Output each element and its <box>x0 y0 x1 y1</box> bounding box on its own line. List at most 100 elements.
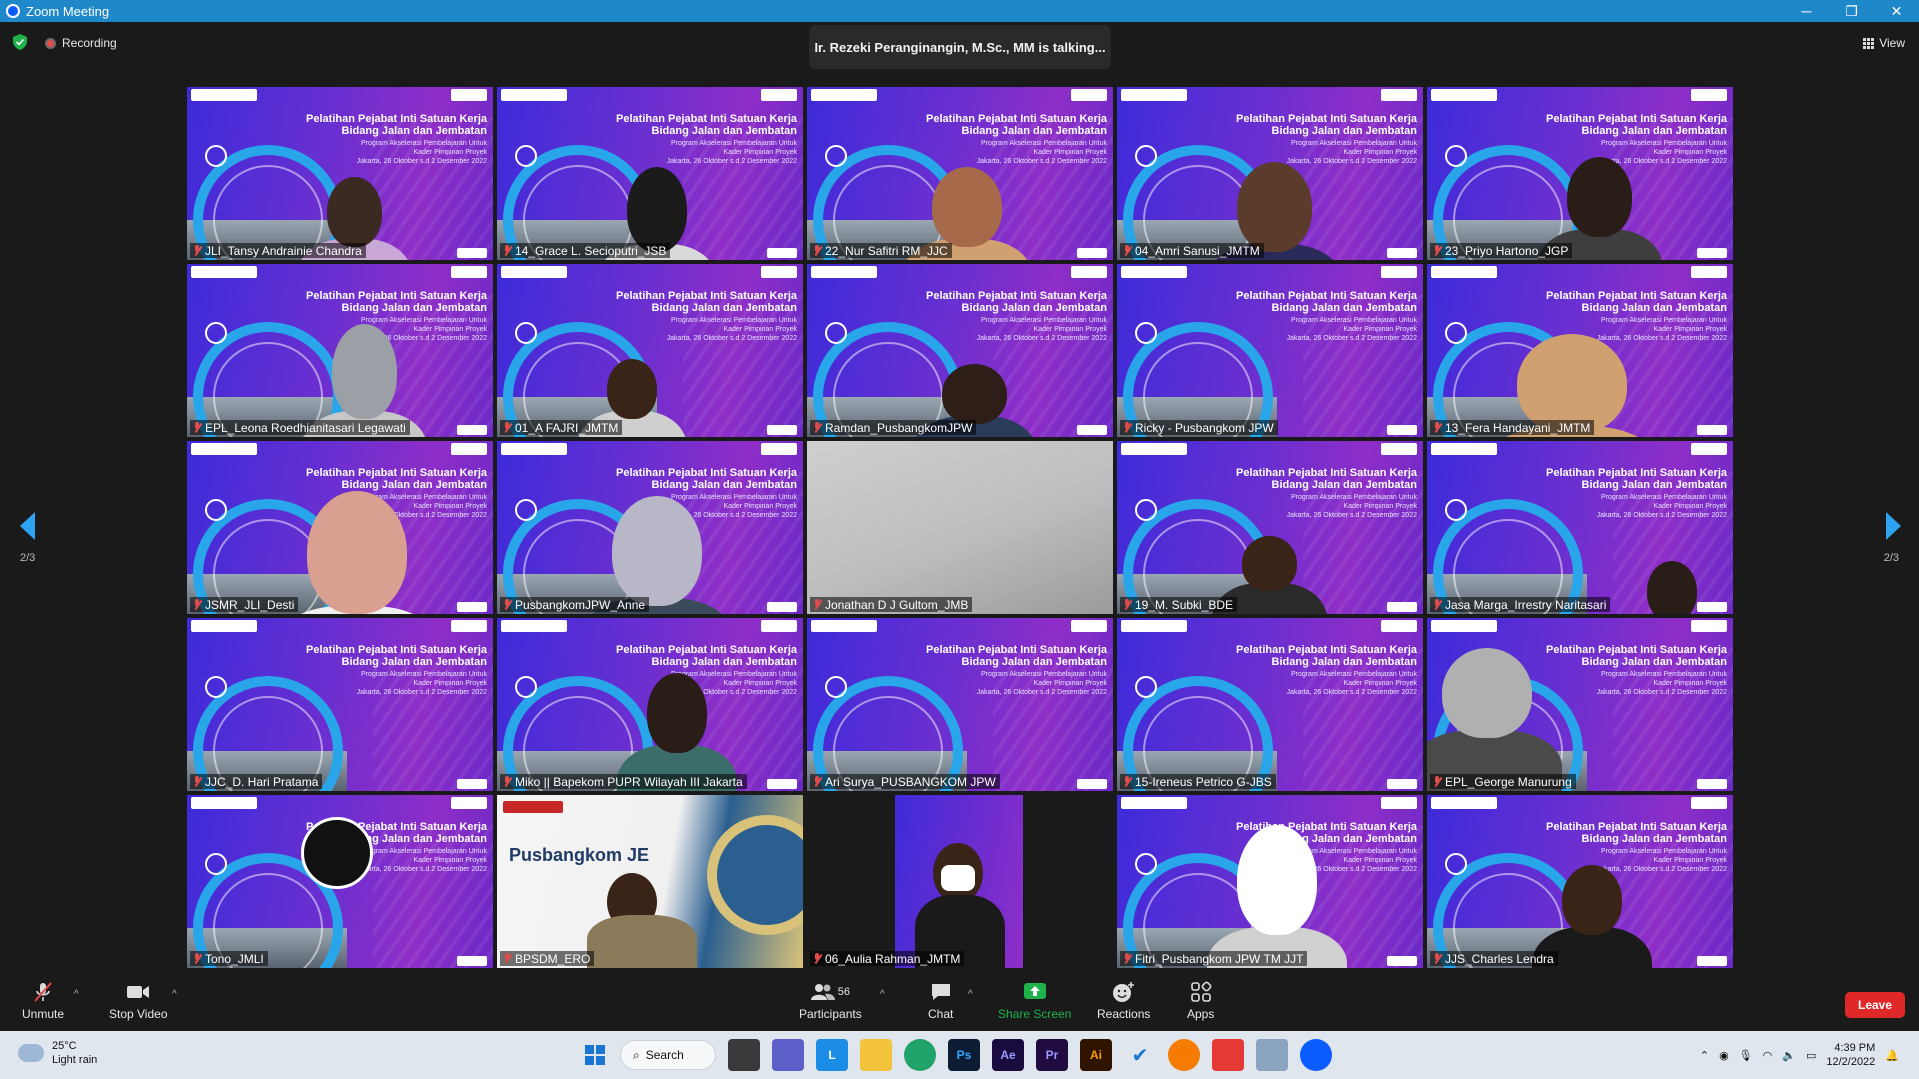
banner-subtitle-line: Program Akselerasi Pembelajaran Untuk <box>1290 671 1417 678</box>
previous-page-arrow-icon[interactable] <box>20 512 35 540</box>
maximize-button[interactable]: ❐ <box>1829 0 1874 22</box>
system-clock[interactable]: 4:39 PM 12/2/2022 <box>1826 1041 1875 1069</box>
participant-tile[interactable]: Pelatihan Pejabat Inti Satuan Kerja Bidan… <box>1117 264 1423 437</box>
figma-icon[interactable] <box>1212 1039 1244 1071</box>
participant-tile[interactable]: Pelatihan Pejabat Inti Satuan Kerja Bidan… <box>807 264 1113 437</box>
participant-tile[interactable]: Pelatihan Pejabat Inti Satuan Kerja Bidan… <box>497 618 803 791</box>
banner-subtitle-line: Jakarta, 26 Oktober s.d 2 Desember 2022 <box>356 335 487 342</box>
edge-browser-icon[interactable] <box>904 1039 936 1071</box>
weather-temperature: 25°C <box>52 1040 77 1052</box>
participant-name: 15-Ireneus Petrico G-JBS <box>1135 774 1272 789</box>
photoshop-icon[interactable]: Ps <box>948 1039 980 1071</box>
banner-subtitle-line: Program Akselerasi Pembelajaran Untuk <box>360 494 487 501</box>
participant-tile[interactable]: Pelatihan Pejabat Inti Satuan Kerja Bidan… <box>497 441 803 614</box>
participant-tile[interactable]: 06_Aulia Rahman_JMTM <box>807 795 1113 968</box>
participant-tile[interactable]: Pelatihan Pejabat Inti Satuan Kerja Bidan… <box>1427 87 1733 260</box>
participant-tile[interactable]: Pelatihan Pejabat Inti Satuan Kerja Bidan… <box>1117 618 1423 791</box>
participant-tile[interactable]: Pelatihan Pejabat Inti Satuan Kerja Bidan… <box>187 87 493 260</box>
weather-widget[interactable]: 25°C Light rain <box>18 1039 97 1067</box>
participant-tile[interactable]: Pusbangkom JE BPSDM_ERO <box>497 795 803 968</box>
participants-options-caret[interactable]: ^ <box>880 989 885 1000</box>
participant-tile[interactable]: Pelatihan Pejabat Inti Satuan Kerja Bidan… <box>1117 795 1423 968</box>
muted-mic-icon <box>503 953 512 964</box>
banner-title-line: Bidang Jalan dan Jembatan <box>1271 302 1417 314</box>
chat-button[interactable]: Chat <box>928 981 953 1021</box>
participant-tile[interactable]: Pelatihan Pejabat Inti Satuan Kerja Bidan… <box>187 441 493 614</box>
participants-icon <box>810 984 835 1000</box>
volume-icon[interactable]: 🔈 <box>1782 1049 1796 1062</box>
todo-check-icon[interactable]: ✔ <box>1124 1039 1156 1071</box>
leave-button[interactable]: Leave <box>1845 992 1905 1018</box>
participant-tile[interactable]: Pelatihan Pejabat Inti Satuan Kerja Bidan… <box>187 264 493 437</box>
participant-tile[interactable]: Pelatihan Pejabat Inti Satuan Kerja Bidan… <box>1427 441 1733 614</box>
participant-tile[interactable]: Pelatihan Pejabat Inti Satuan Kerja Bidan… <box>187 618 493 791</box>
participant-name: Fitri_Pusbangkom JPW TM JJT <box>1135 951 1304 966</box>
participant-tile[interactable]: Pelatihan Pejabat Inti Satuan Kerja Bidan… <box>1427 264 1733 437</box>
participant-tile[interactable]: Pelatihan Pejabat Inti Satuan Kerja Bidan… <box>497 264 803 437</box>
illustrator-icon[interactable]: Ai <box>1080 1039 1112 1071</box>
share-screen-button[interactable]: Share Screen <box>998 981 1071 1021</box>
video-options-caret[interactable]: ^ <box>172 989 177 1000</box>
participant-tile[interactable]: Pelatihan Pejabat Inti Satuan Kerja Bidan… <box>497 87 803 260</box>
tray-microphone-icon[interactable]: 🎙 <box>1739 1049 1753 1062</box>
notepad-icon[interactable] <box>1256 1039 1288 1071</box>
premiere-icon[interactable]: Pr <box>1036 1039 1068 1071</box>
banner-title-line: Bidang Jalan dan Jembatan <box>1581 125 1727 137</box>
banner-title: Pelatihan Pejabat Inti Satuan Kerja Bidan… <box>917 644 1107 668</box>
next-page-arrow-icon[interactable] <box>1886 512 1901 540</box>
participant-tile[interactable]: Pelatihan Pejabat Inti Satuan Kerja Bidan… <box>807 87 1113 260</box>
participant-name: BPSDM_ERO <box>515 951 591 966</box>
taskbar-search[interactable]: ⌕ Search <box>620 1040 716 1070</box>
muted-mic-icon <box>1123 776 1132 787</box>
stop-video-button[interactable]: Stop Video <box>109 981 168 1021</box>
tray-chevron-icon[interactable]: ⌃ <box>1700 1049 1709 1062</box>
reactions-button[interactable]: Reactions <box>1097 981 1150 1021</box>
security-shield-icon[interactable] <box>13 34 27 50</box>
app-l-icon[interactable]: L <box>816 1039 848 1071</box>
blender-icon[interactable] <box>1168 1039 1200 1071</box>
participant-head <box>307 491 407 614</box>
windows-start-icon[interactable] <box>582 1039 608 1071</box>
participant-name-tag: PusbangkomJPW_Anne <box>500 597 650 612</box>
banner-title-line: Bidang Jalan dan Jembatan <box>651 479 797 491</box>
window-title: Zoom Meeting <box>26 3 110 19</box>
tray-vpn-icon[interactable]: ◉ <box>1719 1049 1729 1062</box>
participant-tile[interactable]: Pelatihan Pejabat Inti Satuan Kerja Bidan… <box>1427 618 1733 791</box>
chat-options-caret[interactable]: ^ <box>968 989 973 1000</box>
participant-tile[interactable]: Pelatihan Pejabat Inti Satuan Kerja Bidan… <box>1427 795 1733 968</box>
participants-button[interactable]: 56 Participants <box>799 981 862 1021</box>
banner-subtitle-line: Jakarta, 26 Oktober s.d 2 Desember 2022 <box>666 335 797 342</box>
banner-subtitle-line: Jakarta, 26 Oktober s.d 2 Desember 2022 <box>666 158 797 165</box>
participant-tile[interactable]: Pelatihan Pejabat Inti Satuan Kerja Bidan… <box>1117 87 1423 260</box>
minimize-button[interactable]: ─ <box>1784 0 1829 22</box>
participant-name-tag: BPSDM_ERO <box>500 951 595 966</box>
notification-icon[interactable]: 🔔 <box>1885 1049 1899 1062</box>
banner-subtitle-line: Jakarta, 26 Oktober s.d 2 Desember 2022 <box>1286 158 1417 165</box>
audio-options-caret[interactable]: ^ <box>74 989 79 1000</box>
participant-tile[interactable]: Pelatihan Pejabat Inti Satuan Kerja Bidan… <box>187 795 493 968</box>
close-button[interactable]: ✕ <box>1874 0 1919 22</box>
unmute-button[interactable]: Unmute <box>22 981 64 1021</box>
banner-title-line: Bidang Jalan dan Jembatan <box>1581 656 1727 668</box>
recording-indicator[interactable]: Recording <box>45 36 117 50</box>
participant-tile[interactable]: Pelatihan Pejabat Inti Satuan Kerja Bidan… <box>807 618 1113 791</box>
chat-label: Chat <box>928 1007 954 1021</box>
apps-button[interactable]: Apps <box>1187 981 1214 1021</box>
muted-mic-icon <box>503 599 512 610</box>
file-explorer-icon[interactable] <box>860 1039 892 1071</box>
banner-subtitle-line: Kader Pimpinan Proyek <box>413 326 487 333</box>
banner-title-line: Pelatihan Pejabat Inti Satuan Kerja <box>1546 290 1727 302</box>
battery-icon[interactable]: ▭ <box>1806 1049 1816 1062</box>
teams-chat-icon[interactable] <box>772 1039 804 1071</box>
wifi-icon[interactable]: ◠ <box>1763 1049 1773 1062</box>
participant-tile[interactable]: Pelatihan Pejabat Inti Satuan Kerja Bidan… <box>1117 441 1423 614</box>
zoom-taskbar-icon[interactable] <box>1300 1039 1332 1071</box>
after-effects-icon[interactable]: Ae <box>992 1039 1024 1071</box>
view-button[interactable]: View <box>1863 36 1905 50</box>
banner-title-line: Pelatihan Pejabat Inti Satuan Kerja <box>926 290 1107 302</box>
banner-title: Pelatihan Pejabat Inti Satuan Kerja Bidan… <box>607 644 797 668</box>
banner-title-line: Pelatihan Pejabat Inti Satuan Kerja <box>616 113 797 125</box>
task-view-icon[interactable] <box>728 1039 760 1071</box>
participant-tile[interactable]: Jonathan D J Gultom_JMB <box>807 441 1113 614</box>
banner-subtitle: Program Akselerasi Pembelajaran Untuk Kad… <box>917 316 1107 343</box>
